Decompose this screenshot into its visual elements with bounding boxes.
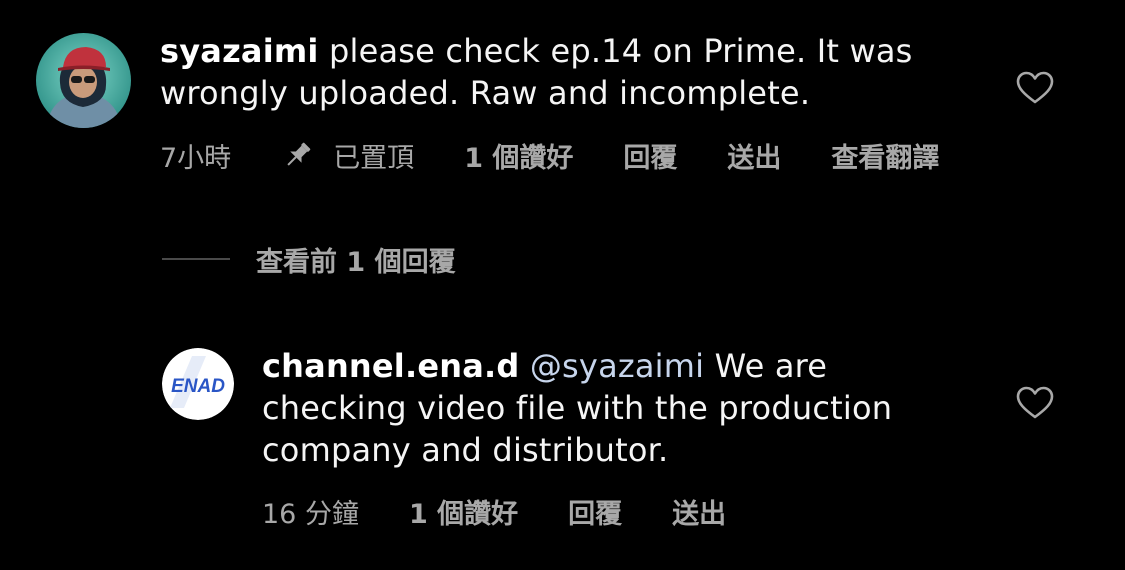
- comment-body: channel.ena.d @syazaimi We are checking …: [262, 345, 982, 471]
- avatar-image: [36, 33, 131, 128]
- comment-username[interactable]: channel.ena.d: [262, 347, 519, 385]
- comment-timestamp: 16 分鐘: [262, 498, 359, 530]
- pinned-indicator: 已置頂: [281, 136, 414, 175]
- comment-actions: 16 分鐘 1 個讚好 回覆 送出: [262, 492, 776, 530]
- enad-logo-icon: ENAD: [162, 348, 234, 420]
- reply-button[interactable]: 回覆: [568, 492, 622, 531]
- comment-timestamp: 7小時: [160, 142, 232, 174]
- comment-username[interactable]: syazaimi: [160, 32, 319, 70]
- send-button[interactable]: 送出: [672, 492, 726, 531]
- view-previous-replies-label: 查看前 1 個回覆: [256, 246, 456, 278]
- likes-count-link[interactable]: 1 個讚好: [409, 492, 518, 531]
- comment-body: syazaimi please check ep.14 on Prime. It…: [160, 30, 990, 114]
- mention-link[interactable]: @syazaimi: [519, 347, 704, 385]
- see-translation-button[interactable]: 查看翻譯: [831, 136, 939, 175]
- pinned-label: 已置頂: [333, 142, 415, 174]
- send-button[interactable]: 送出: [727, 136, 781, 175]
- like-heart-icon[interactable]: [1016, 71, 1054, 105]
- comment-actions: 7小時 已置頂 1 個讚好 回覆 送出 查看翻譯: [160, 136, 989, 174]
- replies-divider: [162, 258, 230, 260]
- enad-logo-text: ENAD: [171, 376, 225, 397]
- reply-button[interactable]: 回覆: [623, 136, 677, 175]
- pushpin-icon: [281, 138, 315, 172]
- avatar-syazaimi[interactable]: [36, 33, 131, 128]
- likes-count-link[interactable]: 1 個讚好: [464, 136, 573, 175]
- view-previous-replies-button[interactable]: 查看前 1 個回覆: [162, 240, 456, 278]
- like-heart-icon[interactable]: [1016, 386, 1054, 420]
- avatar-channel-ena-d[interactable]: ENAD: [162, 348, 234, 420]
